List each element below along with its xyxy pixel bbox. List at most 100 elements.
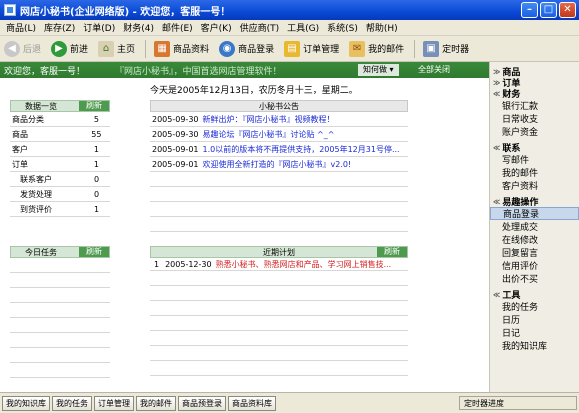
plan-row[interactable]: 1 2005-12-30 熟悉小秘书、熟悉网店和产品、学习网上销售技... [150, 258, 408, 271]
chevron-up-icon: ≪ [493, 197, 501, 206]
close-button[interactable]: ✕ [559, 2, 576, 18]
grid-icon: ▦ [154, 40, 171, 57]
sidebar-item-product-login[interactable]: 商品登录 [490, 207, 579, 220]
menu-mail[interactable]: 邮件(E) [158, 21, 197, 34]
menu-supplier[interactable]: 供应商(T) [236, 21, 284, 34]
sidebar-item-daily-income[interactable]: 日常收支 [490, 112, 579, 125]
sidebar-item-write-mail[interactable]: 写邮件 [490, 153, 579, 166]
forward-button[interactable]: ▶ 前进 [51, 40, 88, 57]
empty-row [10, 363, 110, 378]
sidebar-item-my-tasks[interactable]: 我的任务 [490, 300, 579, 313]
announcement-row[interactable]: 2005-09-30 新鲜出炉：『网店小秘书』视频教程！ [150, 112, 408, 127]
taskbar-my-mail[interactable]: 我的邮件 [136, 395, 176, 411]
chevron-up-icon: ≪ [493, 143, 501, 152]
stats-panel: 数据一览 刷新 商品分类 5 商品 55 客户 1 订单 1 联系客户 0 发货处理 0 到… [10, 100, 110, 234]
stat-row: 商品分类 5 [10, 112, 110, 127]
my-mail-button[interactable]: ✉ 我的邮件 [349, 40, 404, 57]
sidebar-group-tools[interactable]: ≪ 工具 [490, 289, 579, 302]
plans-refresh-button[interactable]: 刷新 [377, 247, 407, 257]
empty-row [150, 346, 408, 361]
timer-button[interactable]: ▣ 定时器 [423, 40, 469, 57]
taskbar-order-management[interactable]: 订单管理 [94, 395, 134, 411]
taskbar-knowledge-base[interactable]: 我的知识库 [2, 395, 50, 411]
announcements-panel: 小秘书公告 2005-09-30 新鲜出炉：『网店小秘书』视频教程！ 2005-0… [150, 100, 408, 245]
empty-row [150, 217, 408, 232]
chevron-up-icon: ≪ [493, 89, 501, 98]
empty-row [150, 316, 408, 331]
empty-row [150, 301, 408, 316]
sidebar-item-customer-info[interactable]: 客户资料 [490, 179, 579, 192]
empty-row [150, 361, 408, 376]
maximize-button[interactable]: □ [540, 2, 557, 18]
mail-icon: ✉ [349, 40, 366, 57]
menu-product[interactable]: 商品(L) [2, 21, 40, 34]
help-dropdown[interactable]: 知何做 ▾ [358, 64, 399, 76]
menu-customer[interactable]: 客户(K) [197, 21, 236, 34]
sidebar-item-online-edit[interactable]: 在线修改 [490, 233, 579, 246]
home-button[interactable]: ⌂ 主页 [98, 40, 135, 57]
sidebar-item-bid-no-buy[interactable]: 出价不买 [490, 272, 579, 285]
menu-system[interactable]: 系统(S) [323, 21, 362, 34]
empty-row [150, 286, 408, 301]
sidebar-group-finance[interactable]: ≪ 财务 [490, 88, 579, 101]
taskbar-product-database[interactable]: 商品资料库 [228, 395, 276, 411]
sidebar-item-credit-rating[interactable]: 信用评价 [490, 259, 579, 272]
welcome-text: 欢迎您，客服一号！ [4, 66, 86, 77]
plans-header: 近期计划 刷新 [150, 246, 408, 258]
app-icon [4, 4, 16, 16]
sidebar-item-reply-messages[interactable]: 回复留言 [490, 246, 579, 259]
sidebar-group-ebay-ops[interactable]: ≪ 易趣操作 [490, 196, 579, 209]
stat-row: 客户 1 [10, 142, 110, 157]
stat-row: 到货评价 1 [10, 202, 110, 217]
empty-row [150, 331, 408, 346]
product-info-button[interactable]: ▦ 商品资料 [154, 40, 209, 57]
sidebar-group-contact[interactable]: ≪ 联系 [490, 142, 579, 155]
chevron-down-icon: ≫ [493, 78, 501, 87]
empty-row [150, 187, 408, 202]
product-login-button[interactable]: ◉ 商品登录 [219, 40, 274, 57]
close-all-button[interactable]: 全部关闭 [418, 64, 450, 75]
sidebar-item-process-deals[interactable]: 处理成交 [490, 220, 579, 233]
announcements-title: 小秘书公告 [259, 101, 299, 111]
tasks-refresh-button[interactable]: 刷新 [79, 247, 109, 257]
window-title: 网店小秘书(企业网络版) - 欢迎您，客服一号！ [20, 6, 231, 18]
sidebar-item-my-mail[interactable]: 我的邮件 [490, 166, 579, 179]
sidebar-item-calendar[interactable]: 日历 [490, 313, 579, 326]
announcement-row[interactable]: 2005-09-01 欢迎使用全新打造的『网店小秘书』v2.0! [150, 157, 408, 172]
menu-inventory[interactable]: 库存(Z) [40, 21, 79, 34]
timer-icon: ▣ [423, 40, 440, 57]
order-management-button[interactable]: ▤ 订单管理 [284, 40, 339, 57]
plans-title: 近期计划 [263, 247, 295, 257]
announcement-row[interactable]: 2005-09-01 1.0以前的版本将不再提供支持，2005年12月31号停..… [150, 142, 408, 157]
sidebar-item-knowledge-base[interactable]: 我的知识库 [490, 339, 579, 352]
minimize-button[interactable]: – [521, 2, 538, 18]
welcome-bar: 欢迎您，客服一号！ 『网店小秘书』，中国首选网店管理软件！ 知何做 ▾ 全部关闭 [0, 62, 489, 78]
taskbar-my-tasks[interactable]: 我的任务 [52, 395, 92, 411]
menu-tools[interactable]: 工具(G) [283, 21, 323, 34]
empty-row [10, 288, 110, 303]
bottom-taskbar: 我的知识库 我的任务 订单管理 我的邮件 商品预登录 商品资料库 定时器进度 [0, 392, 579, 413]
empty-row [150, 172, 408, 187]
menu-finance[interactable]: 财务(4) [119, 21, 158, 34]
stats-refresh-button[interactable]: 刷新 [79, 101, 109, 111]
toolbar-separator [145, 39, 147, 58]
main-content: 今天是2005年12月13日，农历冬月十三，星期二。 数据一览 刷新 商品分类 5… [0, 78, 489, 392]
timer-progress-status: 定时器进度 [459, 396, 577, 410]
menu-order[interactable]: 订单(D) [79, 21, 119, 34]
sidebar-item-diary[interactable]: 日记 [490, 326, 579, 339]
taskbar-product-prelogin[interactable]: 商品预登录 [178, 395, 226, 411]
empty-row [10, 318, 110, 333]
title-bar: 网店小秘书(企业网络版) - 欢迎您，客服一号！ – □ ✕ [0, 0, 579, 20]
sidebar-item-account-funds[interactable]: 账户资金 [490, 125, 579, 138]
back-button[interactable]: ◀ 后退 [4, 40, 41, 57]
stat-row: 发货处理 0 [10, 187, 110, 202]
right-sidebar: ≫ 商品 ≫ 订单 ≪ 财务 银行汇款 日常收支 账户资金 ≪ 联系 写邮件 我的邮件 … [489, 62, 579, 392]
menu-bar: 商品(L) 库存(Z) 订单(D) 财务(4) 邮件(E) 客户(K) 供应商(… [0, 20, 579, 36]
toolbar: ◀ 后退 ▶ 前进 ⌂ 主页 ▦ 商品资料 ◉ 商品登录 ▤ 订单管理 ✉ 我的… [0, 36, 579, 62]
welcome-banner: 『网店小秘书』，中国首选网店管理软件！ [115, 66, 282, 77]
stat-row: 订单 1 [10, 157, 110, 172]
back-arrow-icon: ◀ [4, 40, 20, 57]
menu-help[interactable]: 帮助(H) [362, 21, 402, 34]
sidebar-item-bank-transfer[interactable]: 银行汇款 [490, 99, 579, 112]
announcement-row[interactable]: 2005-09-30 易趣论坛『网店小秘书』讨论贴 ^_^ [150, 127, 408, 142]
